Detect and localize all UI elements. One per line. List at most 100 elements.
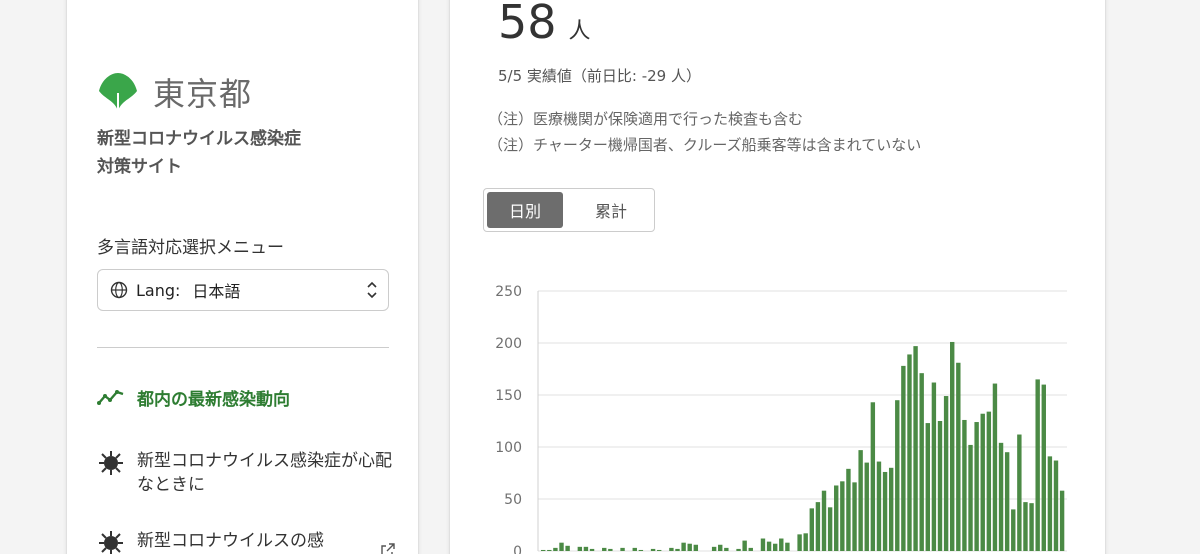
virus-icon (99, 451, 123, 475)
bar[interactable] (809, 508, 814, 551)
bar[interactable] (937, 421, 943, 551)
language-select[interactable]: Lang: 日本語 (97, 269, 389, 311)
bar[interactable] (962, 419, 967, 551)
bar[interactable] (870, 402, 876, 551)
bar[interactable] (1035, 379, 1040, 551)
bar[interactable] (742, 540, 747, 551)
y-tick-label: 100 (495, 440, 522, 456)
nav-label: 新型コロナウイルス感染症が心配なときに (137, 451, 392, 495)
bar[interactable] (992, 383, 998, 551)
bar[interactable] (687, 543, 692, 551)
count-value: 58 (498, 0, 557, 49)
bar[interactable] (1004, 452, 1010, 551)
bar[interactable] (675, 548, 680, 551)
bar[interactable] (943, 396, 949, 551)
bar[interactable] (541, 549, 546, 551)
bar[interactable] (986, 411, 992, 551)
divider (97, 347, 389, 348)
bar[interactable] (559, 542, 564, 551)
bar[interactable] (748, 547, 753, 551)
bar[interactable] (681, 542, 686, 551)
bar[interactable] (766, 541, 772, 551)
main-card: 58 人 5/5 実績値（前日比: -29 人） （注）医療機関が保険適用で行った… (449, 0, 1106, 554)
bar[interactable] (785, 542, 790, 551)
trend-line-icon (97, 390, 124, 405)
bar[interactable] (632, 547, 637, 551)
bar[interactable] (602, 547, 607, 551)
bar[interactable] (779, 538, 784, 551)
bar[interactable] (650, 548, 656, 551)
y-tick-label: 250 (495, 284, 522, 300)
bar[interactable] (803, 533, 808, 551)
globe-icon (110, 281, 128, 299)
bar[interactable] (950, 341, 955, 551)
bar[interactable] (925, 423, 930, 551)
bar[interactable] (980, 413, 985, 551)
bar[interactable] (736, 548, 741, 551)
bar[interactable] (876, 461, 882, 551)
cumulative-toggle-button[interactable]: 累計 (573, 192, 649, 228)
bar[interactable] (577, 546, 583, 551)
site-title-line2: 対策サイト (97, 157, 182, 177)
bar[interactable] (1011, 509, 1016, 551)
nav-item-latest-trends[interactable]: 都内の最新感染動向 (97, 383, 290, 411)
bar[interactable] (1053, 460, 1059, 551)
bar[interactable] (589, 548, 595, 551)
bar[interactable] (693, 544, 699, 551)
bar[interactable] (931, 382, 937, 551)
bar[interactable] (852, 482, 857, 551)
bar[interactable] (553, 547, 558, 551)
bar[interactable] (895, 400, 900, 551)
bar[interactable] (1059, 490, 1065, 551)
bar[interactable] (656, 549, 662, 551)
nav-item-when-worried[interactable]: 新型コロナウイルス感染症が心配なときに (97, 449, 397, 497)
lang-menu-label: 多言語対応選択メニュー (97, 238, 284, 258)
bar[interactable] (1029, 503, 1034, 551)
bar[interactable] (1047, 456, 1053, 551)
bar[interactable] (858, 450, 863, 551)
bar[interactable] (919, 373, 924, 551)
bar[interactable] (547, 549, 552, 551)
bar[interactable] (913, 346, 918, 551)
bar[interactable] (565, 545, 570, 551)
bar[interactable] (620, 547, 625, 551)
site-logo[interactable]: 東京都 (97, 69, 252, 115)
bar[interactable] (901, 365, 906, 551)
bar[interactable] (956, 362, 961, 551)
bar[interactable] (772, 543, 778, 551)
bar[interactable] (669, 547, 674, 551)
bar[interactable] (974, 422, 979, 551)
bar[interactable] (718, 544, 723, 551)
nav-item-virus-info[interactable]: 新型コロナウイルスの感 (97, 529, 397, 554)
bar[interactable] (1023, 502, 1028, 551)
bar[interactable] (1017, 434, 1022, 551)
bar[interactable] (968, 444, 973, 551)
bar[interactable] (1041, 384, 1046, 551)
bar[interactable] (827, 507, 833, 551)
data-mode-toggle: 日別 累計 (483, 188, 655, 232)
bar[interactable] (638, 549, 644, 551)
bar[interactable] (840, 481, 845, 551)
note-1: （注）医療機関が保険適用で行った検査も含む (488, 110, 804, 128)
bar[interactable] (711, 546, 717, 551)
bar[interactable] (888, 467, 894, 551)
nav-label: 新型コロナウイルスの感 (137, 531, 324, 551)
bar[interactable] (821, 490, 827, 551)
bar[interactable] (864, 462, 869, 551)
bar[interactable] (907, 354, 912, 551)
bar[interactable] (846, 468, 851, 551)
count-unit: 人 (568, 19, 591, 44)
bar[interactable] (998, 442, 1004, 551)
lang-value: 日本語 (192, 282, 241, 301)
bar[interactable] (797, 534, 802, 551)
bar[interactable] (608, 548, 613, 551)
bar[interactable] (760, 538, 766, 551)
bar[interactable] (834, 485, 839, 551)
bar[interactable] (583, 546, 589, 551)
bar[interactable] (815, 502, 821, 551)
daily-toggle-button[interactable]: 日別 (487, 192, 563, 228)
bar[interactable] (724, 547, 729, 551)
bar[interactable] (882, 471, 888, 551)
site-title[interactable]: 新型コロナウイルス感染症 対策サイト (97, 125, 397, 181)
y-tick-label: 0 (513, 544, 522, 554)
